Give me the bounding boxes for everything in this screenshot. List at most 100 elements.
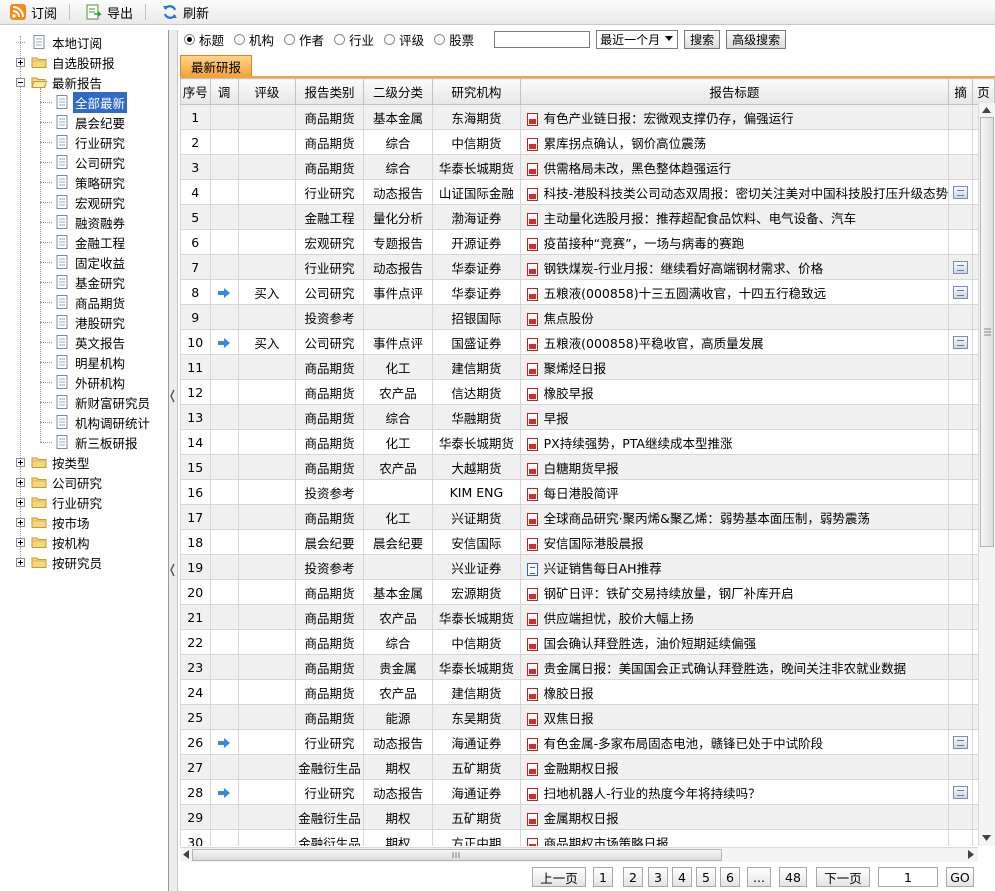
table-row[interactable]: 13 商品期货 综合 华融期货 早报: [180, 404, 995, 430]
table-row[interactable]: 16 投资参考 KIM ENG 每日港股简评: [180, 479, 995, 505]
abstract-icon[interactable]: [953, 785, 969, 799]
sidebar-item[interactable]: 融资融券: [40, 212, 127, 232]
report-title-cell[interactable]: 焦点股份: [519, 304, 950, 330]
collapse-icon[interactable]: [16, 77, 25, 87]
advanced-search-button[interactable]: 高级搜索: [726, 29, 787, 49]
table-row[interactable]: 17 商品期货 化工 兴证期货 全球商品研究·聚丙烯&聚乙烯：弱势基本面压制，弱势震荡: [180, 504, 995, 530]
export-button[interactable]: 导出: [76, 1, 139, 23]
report-title-cell[interactable]: 累库拐点确认，钢价高位震荡: [519, 129, 950, 155]
sidebar-splitter[interactable]: [169, 30, 178, 891]
sidebar-item[interactable]: 最新报告: [16, 72, 104, 92]
report-title-text[interactable]: 科技-港股科技类公司动态双周报：密切关注美对中国科技股打压升级态势: [544, 186, 948, 201]
table-row[interactable]: 4 行业研究 动态报告 山证国际金融 科技-港股科技类公司动态双周报：密切关注美对中国科…: [180, 179, 995, 205]
report-title-cell[interactable]: 橡胶日报: [519, 679, 950, 705]
pdf-icon[interactable]: [526, 387, 538, 401]
page-button-2[interactable]: 2: [623, 867, 643, 887]
table-row[interactable]: 14 商品期货 化工 华泰长城期货 PX持续强势，PTA继续成本型推涨: [180, 429, 995, 455]
page-button-3[interactable]: 3: [648, 867, 668, 887]
report-title-cell[interactable]: 双焦日报: [519, 704, 950, 730]
report-title-cell[interactable]: 安信国际港股晨报: [519, 529, 950, 555]
column-header[interactable]: 二级分类: [362, 78, 434, 105]
vertical-scroll-thumb[interactable]: [980, 117, 994, 547]
report-title-cell[interactable]: 贵金属日报：美国国会正式确认拜登胜选，晚间关注非农就业数据: [519, 654, 950, 680]
search-field-radio[interactable]: 评级: [384, 30, 424, 49]
sidebar-item[interactable]: 机构调研统计: [40, 412, 152, 432]
report-title-text[interactable]: 双焦日报: [544, 711, 594, 726]
report-title-cell[interactable]: 钢铁煤炭-行业月报：继续看好高端钢材需求、价格: [519, 254, 950, 280]
pdf-icon[interactable]: [526, 362, 538, 376]
pdf-icon[interactable]: [526, 812, 538, 826]
pdf-icon[interactable]: [526, 287, 538, 301]
abstract-icon[interactable]: [953, 260, 969, 274]
report-title-cell[interactable]: 金属期权日报: [519, 804, 950, 830]
table-row[interactable]: 24 商品期货 农产品 建信期货 橡胶日报: [180, 679, 995, 705]
report-title-text[interactable]: 白糖期货早报: [544, 461, 619, 476]
sidebar-item[interactable]: 按机构: [16, 532, 92, 552]
report-title-cell[interactable]: 兴证销售每日AH推荐: [519, 554, 950, 580]
go-button[interactable]: GO: [946, 867, 974, 887]
expand-icon[interactable]: [16, 477, 25, 487]
report-title-cell[interactable]: 国会确认拜登胜选，油价短期延续偏强: [519, 629, 950, 655]
page-number-input[interactable]: 1: [878, 867, 938, 887]
pdf-icon[interactable]: [526, 687, 538, 701]
table-row[interactable]: 18 晨会纪要 晨会纪要 安信国际 安信国际港股晨报: [180, 529, 995, 555]
pdf-icon[interactable]: [526, 262, 538, 276]
sidebar-item[interactable]: 晨会纪要: [40, 112, 127, 132]
report-title-text[interactable]: 钢矿日评：铁矿交易持续放量，钢厂补库开启: [544, 586, 794, 601]
sidebar-item[interactable]: 公司研究: [16, 472, 104, 492]
column-header[interactable]: 摘: [948, 78, 974, 105]
pdf-icon[interactable]: [526, 112, 538, 126]
prev-page-button[interactable]: 上一页: [532, 867, 586, 887]
report-title-text[interactable]: 金属期权日报: [544, 811, 619, 826]
abstract-cell[interactable]: [948, 279, 974, 305]
report-title-text[interactable]: 安信国际港股晨报: [544, 536, 644, 551]
sidebar-item[interactable]: 商品期货: [40, 292, 127, 312]
sidebar-item[interactable]: 按市场: [16, 512, 92, 532]
report-title-cell[interactable]: PX持续强势，PTA继续成本型推涨: [519, 429, 950, 455]
horizontal-scroll-thumb[interactable]: [192, 849, 722, 861]
report-title-text[interactable]: 扫地机器人-行业的热度今年将持续吗？: [544, 786, 761, 801]
table-row[interactable]: 21 商品期货 农产品 华泰长城期货 供应端担忧，胶价大幅上扬: [180, 604, 995, 630]
abstract-icon[interactable]: [953, 185, 969, 199]
sidebar-item[interactable]: 新三板研报: [40, 432, 140, 452]
report-title-text[interactable]: 有色产业链日报：宏微观支撑仍存，偏强运行: [544, 111, 794, 126]
report-title-text[interactable]: 有色金属-多家布局固态电池，赣锋已处于中试阶段: [544, 736, 824, 751]
report-title-text[interactable]: 橡胶日报: [544, 686, 594, 701]
radio-checked-icon[interactable]: [184, 33, 195, 45]
table-row[interactable]: 9 投资参考 招银国际 焦点股份: [180, 304, 995, 330]
collapse-left-icon[interactable]: [169, 386, 177, 406]
sidebar-item[interactable]: 全部最新: [40, 91, 128, 113]
radio-unchecked-icon[interactable]: [434, 33, 446, 45]
abstract-icon[interactable]: [953, 285, 969, 299]
search-field-radio[interactable]: 机构: [234, 30, 274, 49]
table-row[interactable]: 27 金融衍生品 期权 五矿期货 金融期权日报: [180, 754, 995, 780]
expand-icon[interactable]: [16, 537, 25, 547]
table-row[interactable]: 11 商品期货 化工 建信期货 聚烯烃日报: [180, 354, 995, 380]
pdf-icon[interactable]: [526, 787, 538, 801]
report-title-cell[interactable]: 金融期权日报: [519, 754, 950, 780]
report-title-cell[interactable]: 有色金属-多家布局固态电池，赣锋已处于中试阶段: [519, 729, 950, 755]
report-title-cell[interactable]: 扫地机器人-行业的热度今年将持续吗？: [519, 779, 950, 805]
sidebar-item[interactable]: 固定收益: [40, 252, 127, 272]
pdf-icon[interactable]: [526, 462, 538, 476]
report-title-cell[interactable]: 钢矿日评：铁矿交易持续放量，钢厂补库开启: [519, 579, 950, 605]
report-title-cell[interactable]: 早报: [519, 404, 950, 430]
expand-icon[interactable]: [16, 517, 25, 527]
column-header[interactable]: 报告标题: [519, 78, 950, 105]
vertical-scrollbar[interactable]: [978, 103, 995, 846]
table-row[interactable]: 20 商品期货 基本金属 宏源期货 钢矿日评：铁矿交易持续放量，钢厂补库开启: [180, 579, 995, 605]
table-row[interactable]: 1 商品期货 基本金属 东海期货 有色产业链日报：宏微观支撑仍存，偏强运行: [180, 104, 995, 130]
abstract-cell[interactable]: [948, 729, 974, 755]
search-field-radio[interactable]: 标题: [184, 30, 224, 49]
radio-unchecked-icon[interactable]: [384, 33, 396, 45]
sidebar-item[interactable]: 行业研究: [40, 132, 127, 152]
pdf-icon[interactable]: [526, 662, 538, 676]
sidebar-item[interactable]: 策略研究: [40, 172, 127, 192]
sidebar-item[interactable]: 本地订阅: [16, 32, 104, 52]
radio-unchecked-icon[interactable]: [284, 33, 296, 45]
table-row[interactable]: 2 商品期货 综合 中信期货 累库拐点确认，钢价高位震荡: [180, 129, 995, 155]
report-title-cell[interactable]: 供需格局未改，黑色整体趋强运行: [519, 154, 950, 180]
report-title-text[interactable]: 主动量化选股月报：推荐超配食品饮料、电气设备、汽车: [544, 211, 857, 226]
report-title-text[interactable]: 焦点股份: [544, 311, 594, 326]
report-title-cell[interactable]: 每日港股简评: [519, 479, 950, 505]
